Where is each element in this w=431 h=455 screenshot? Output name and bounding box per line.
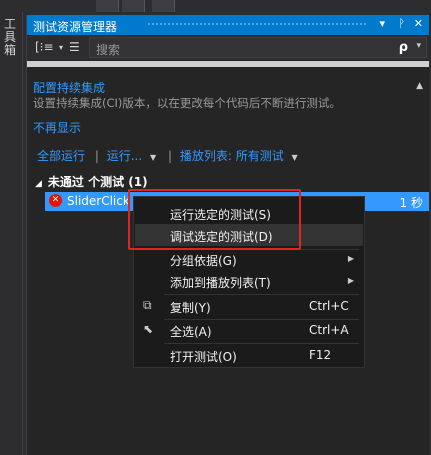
group-by-icon[interactable]: [⁝≡ <box>35 40 54 54</box>
highlight-annotation-box <box>128 189 301 250</box>
menu-item-add-to-playlist[interactable]: 添加到播放列表(T) ▶ <box>135 270 363 292</box>
actions-separator: | <box>94 149 99 163</box>
top-toolbar-button[interactable] <box>122 0 145 12</box>
run-link[interactable]: 运行... <box>107 149 142 163</box>
top-toolbar-strip <box>0 0 431 12</box>
playlist-dropdown-icon[interactable]: ▼ <box>292 153 298 162</box>
group-label: 未通过 个测试 (1) <box>47 175 148 189</box>
menu-item-copy[interactable]: ⧉ 复制(Y) Ctrl+C <box>135 295 363 317</box>
toolbar-divider <box>27 61 429 67</box>
copy-icon: ⧉ <box>143 298 152 312</box>
group-by-dropdown-icon[interactable]: ▾ <box>59 43 63 52</box>
panel-toolbar: [⁝≡ ▾ ☰ 搜索 ρ ▾ <box>27 36 429 60</box>
failed-tests-group[interactable]: ◢ 未通过 个测试 (1) <box>35 173 148 190</box>
menu-item-select-all[interactable]: ⬉ 全选(A) Ctrl+A <box>135 319 363 341</box>
playlist-link[interactable]: 播放列表: 所有测试 <box>180 149 284 163</box>
menu-item-label: 添加到播放列表(T) <box>170 276 271 290</box>
ci-notice-title[interactable]: 配置持续集成 <box>33 79 105 96</box>
search-icon[interactable]: ρ <box>399 40 408 55</box>
playlist-icon[interactable]: ☰ <box>69 40 80 54</box>
run-all-link[interactable]: 全部运行 <box>37 149 85 163</box>
menu-item-open-test[interactable]: 打开测试(O) F12 <box>135 344 363 366</box>
actions-separator: | <box>167 149 173 163</box>
ci-notice-text: 设置持续集成(CI)版本，以在更改每个代码后不断进行测试。 <box>33 96 341 110</box>
menu-item-shortcut: Ctrl+C <box>309 299 349 313</box>
expand-collapse-icon[interactable]: ◢ <box>35 179 42 189</box>
submenu-arrow-icon: ▶ <box>347 276 354 285</box>
window-dropdown-icon[interactable]: ▾ <box>379 17 385 30</box>
panel-title: 测试资源管理器 <box>33 20 118 34</box>
panel-titlebar[interactable]: 测试资源管理器 ▾ ᚹ ✕ <box>27 15 429 35</box>
failed-status-icon: ✕ <box>49 194 62 207</box>
run-dropdown-icon[interactable]: ▼ <box>150 153 156 162</box>
pin-icon[interactable]: ᚹ <box>398 17 405 30</box>
dont-show-again-link[interactable]: 不再显示 <box>33 119 81 136</box>
toolbox-label: 工具箱 <box>4 17 17 57</box>
search-options-icon[interactable]: ▾ <box>416 41 421 51</box>
top-toolbar-button[interactable] <box>152 0 175 12</box>
close-icon[interactable]: ✕ <box>414 17 423 30</box>
search-input[interactable]: 搜索 ρ ▾ <box>89 37 427 58</box>
menu-item-shortcut: F12 <box>309 348 332 362</box>
menu-item-label: 分组依据(G) <box>170 254 237 268</box>
menu-item-label: 复制(Y) <box>170 301 211 315</box>
top-toolbar-button[interactable] <box>96 0 119 12</box>
test-duration: 1 秒 <box>399 196 423 210</box>
select-all-icon: ⬉ <box>143 322 154 336</box>
test-actions-bar: 全部运行 | 运行... ▼ | 播放列表: 所有测试 ▼ <box>37 147 304 164</box>
submenu-arrow-icon: ▶ <box>347 254 354 263</box>
toolbox-sidebar[interactable]: 工具箱 <box>0 12 23 455</box>
collapse-notice-icon[interactable]: ▲ <box>416 81 423 91</box>
menu-item-label: 全选(A) <box>170 325 212 339</box>
menu-item-group-by[interactable]: 分组依据(G) ▶ <box>135 248 363 270</box>
menu-item-label: 打开测试(O) <box>170 350 237 364</box>
titlebar-grip <box>147 22 367 27</box>
menu-item-shortcut: Ctrl+A <box>309 323 349 337</box>
search-placeholder: 搜索 <box>96 43 121 57</box>
test-name: SliderClick <box>67 194 130 208</box>
